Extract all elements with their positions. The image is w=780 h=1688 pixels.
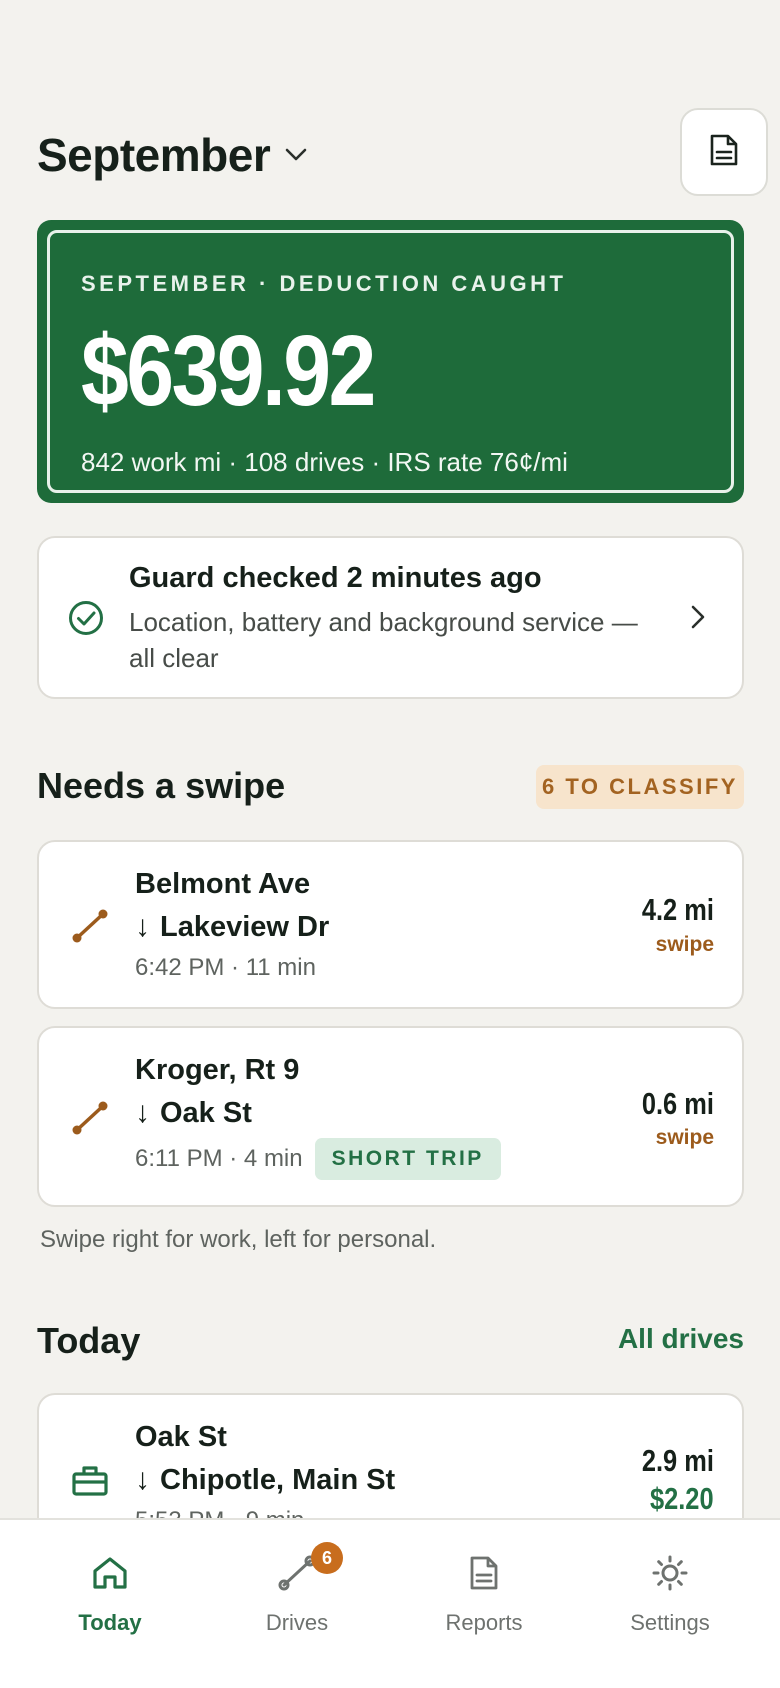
- home-icon: [30, 1550, 190, 1596]
- drive-distance: 0.6 mi: [641, 1086, 714, 1121]
- swipe-drive-card[interactable]: Belmont Ave ↓ Lakeview Dr 6:42 PM · 11 m…: [37, 840, 744, 1009]
- check-circle-icon: [68, 600, 104, 641]
- tab-label: Today: [78, 1610, 142, 1635]
- drive-origin: Belmont Ave: [135, 868, 311, 900]
- briefcase-icon: [71, 1463, 109, 1502]
- drive-meta: 6:11 PM · 4 min SHORT TRIP: [135, 1138, 501, 1180]
- tab-drives[interactable]: 6 Drives: [217, 1542, 377, 1636]
- drive-destination-label: Chipotle, Main St: [160, 1463, 396, 1496]
- today-section-title: Today: [37, 1320, 141, 1361]
- swipe-drive-card[interactable]: Kroger, Rt 9 ↓ Oak St 6:11 PM · 4 min SH…: [37, 1026, 744, 1207]
- month-title: September: [37, 129, 271, 181]
- tab-label: Drives: [265, 1610, 329, 1635]
- guard-status-card[interactable]: Guard checked 2 minutes ago Location, ba…: [37, 536, 744, 699]
- drive-origin: Oak St: [135, 1421, 227, 1453]
- arrow-down-icon: ↓: [135, 1463, 150, 1496]
- swipe-hint: Swipe right for work, left for personal.: [40, 1226, 437, 1253]
- deduction-amount: $639.92: [81, 315, 376, 427]
- arrow-down-icon: ↓: [135, 910, 150, 943]
- guard-subtitle: Location, battery and background service…: [129, 607, 638, 673]
- chevron-down-icon: [284, 147, 308, 163]
- drive-state: swipe: [655, 933, 714, 956]
- tab-today[interactable]: Today: [30, 1550, 190, 1636]
- drives-count-badge: 6: [311, 1542, 343, 1574]
- bottom-navigation: Today 6 Drives Reports Settings: [0, 1518, 780, 1688]
- deduction-card[interactable]: SEPTEMBER · DEDUCTION CAUGHT $639.92 842…: [37, 220, 744, 503]
- tab-label: Reports: [445, 1610, 523, 1635]
- route-icon: [71, 908, 109, 949]
- drive-state: swipe: [655, 1126, 714, 1149]
- guard-title: Guard checked 2 minutes ago: [129, 562, 542, 594]
- swipe-section-title: Needs a swipe: [37, 765, 286, 806]
- chevron-right-icon: [690, 604, 706, 635]
- short-trip-badge: SHORT TRIP: [314, 1138, 501, 1180]
- drive-destination: ↓ Lakeview Dr: [135, 910, 329, 944]
- classify-count-badge: 6 TO CLASSIFY: [536, 765, 744, 809]
- drive-destination: ↓ Oak St: [135, 1096, 252, 1130]
- deduction-card-inner: SEPTEMBER · DEDUCTION CAUGHT $639.92 842…: [47, 230, 734, 493]
- drive-time: 6:42 PM · 11 min: [135, 954, 316, 981]
- document-icon: [404, 1550, 564, 1596]
- tab-reports[interactable]: Reports: [404, 1550, 564, 1636]
- drive-time: 6:11 PM · 4 min: [135, 1145, 303, 1172]
- route-icon: 6: [217, 1542, 377, 1596]
- drive-destination: ↓ Chipotle, Main St: [135, 1463, 395, 1497]
- arrow-down-icon: ↓: [135, 1096, 150, 1129]
- all-drives-link[interactable]: All drives: [618, 1323, 744, 1355]
- drive-origin: Kroger, Rt 9: [135, 1054, 300, 1086]
- drive-deduction-value: $2.20: [650, 1481, 714, 1516]
- drive-distance: 2.9 mi: [641, 1443, 714, 1478]
- drive-meta: 6:42 PM · 11 min: [135, 954, 316, 982]
- app-screen: September SEPTEMBER · DEDUCTION CAUGHT $…: [0, 0, 780, 1688]
- month-selector[interactable]: September: [37, 128, 308, 182]
- tab-label: Settings: [630, 1610, 710, 1635]
- header: September: [37, 108, 768, 198]
- document-icon: [709, 133, 739, 172]
- sun-gear-icon: [590, 1550, 750, 1596]
- deduction-label: SEPTEMBER · DEDUCTION CAUGHT: [81, 271, 567, 296]
- tab-settings[interactable]: Settings: [590, 1550, 750, 1636]
- drive-distance: 4.2 mi: [641, 892, 714, 927]
- deduction-meta: 842 work mi · 108 drives · IRS rate 76¢/…: [81, 447, 568, 477]
- drive-destination-label: Oak St: [160, 1096, 252, 1129]
- drive-destination-label: Lakeview Dr: [160, 910, 330, 943]
- route-icon: [71, 1100, 109, 1141]
- report-button[interactable]: [680, 108, 768, 196]
